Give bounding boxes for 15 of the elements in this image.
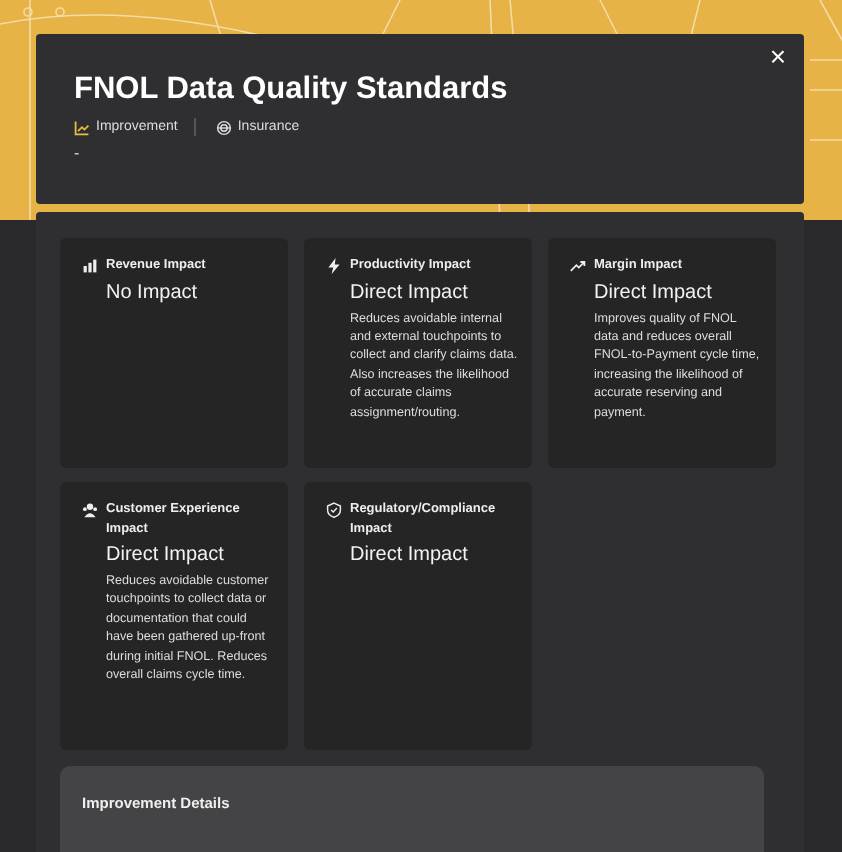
modal-title: FNOL Data Quality Standards (74, 72, 510, 108)
impact-value: Direct Impact (106, 542, 226, 568)
impact-value: Direct Impact (350, 542, 470, 568)
globe-icon (215, 119, 232, 135)
close-button[interactable]: × (763, 42, 792, 70)
line-chart-icon (74, 119, 90, 135)
bar-chart-icon (82, 258, 98, 274)
shield-check-icon (326, 502, 342, 518)
subtitle: - (74, 144, 82, 162)
impact-value: No Impact (106, 279, 200, 305)
lightning-icon (326, 258, 342, 274)
people-icon (82, 502, 98, 518)
impact-value: Direct Impact (594, 279, 714, 305)
impact-value: Direct Impact (350, 279, 470, 305)
trend-up-icon (570, 258, 586, 274)
